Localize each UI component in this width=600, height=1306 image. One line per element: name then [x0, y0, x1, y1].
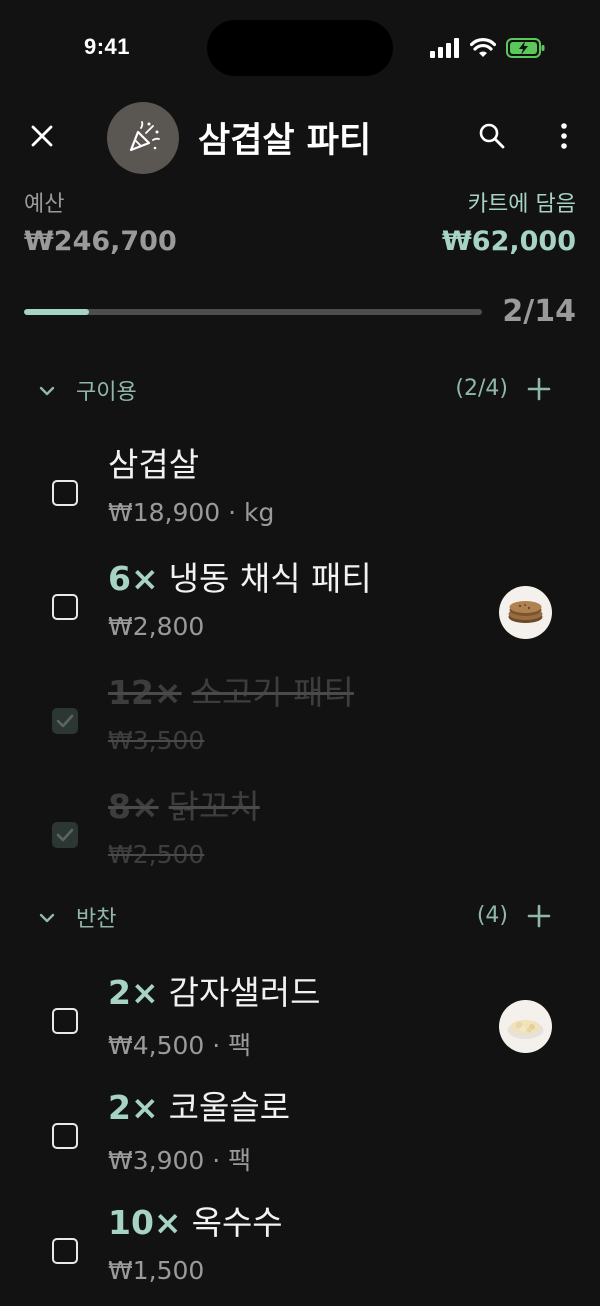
progress-bar [24, 309, 482, 315]
list-item[interactable]: 2× 코울슬로 ₩3,900 · 팩 [0, 1081, 600, 1191]
party-popper-icon [129, 121, 160, 152]
item-name: 삼겹살 [108, 445, 200, 484]
item-checkbox[interactable] [52, 822, 78, 848]
item-quantity: 8× [108, 787, 159, 826]
item-thumbnail[interactable] [499, 586, 552, 639]
status-time: 9:41 [84, 34, 131, 59]
item-checkbox[interactable] [52, 594, 78, 620]
item-price: ₩3,900 · 팩 [108, 1146, 252, 1175]
check-icon [56, 828, 74, 842]
item-name: 6× 냉동 채식 패티 [108, 559, 372, 598]
section-title: 반찬 [76, 907, 117, 932]
progress-fill [24, 309, 90, 315]
section-header[interactable]: 구이용 (2/4) [0, 368, 600, 412]
item-name: 8× 닭꼬치 [108, 787, 260, 826]
item-price: ₩18,900 · kg [108, 498, 275, 527]
item-checkbox[interactable] [52, 708, 78, 734]
item-price: ₩3,500 [108, 726, 205, 755]
item-thumbnail[interactable] [499, 1000, 552, 1053]
list-item[interactable]: 10× 옥수수 ₩1,500 [0, 1196, 600, 1306]
item-name: 12× 소고기 패티 [108, 673, 354, 712]
check-icon [56, 714, 74, 728]
list-title: 삼겹살 파티 [198, 121, 372, 161]
battery-charging-icon [506, 38, 545, 58]
signal-icon [430, 38, 459, 58]
item-quantity: 12× [108, 673, 182, 712]
list-item[interactable]: 2× 감자샐러드 ₩4,500 · 팩 [0, 966, 600, 1076]
list-item[interactable]: 삼겹살 ₩18,900 · kg [0, 438, 600, 548]
item-price: ₩2,800 [108, 612, 205, 641]
item-checkbox[interactable] [52, 1123, 78, 1149]
budget-label: 예산 [24, 192, 65, 217]
section-title: 구이용 [76, 380, 137, 405]
item-price: ₩1,500 [108, 1256, 205, 1285]
item-name: 10× 옥수수 [108, 1203, 283, 1242]
item-name: 2× 코울슬로 [108, 1088, 291, 1127]
item-quantity: 6× [108, 559, 159, 598]
chevron-down-icon[interactable] [36, 380, 58, 402]
item-price: ₩4,500 · 팩 [108, 1031, 252, 1060]
section-count: (4) [476, 903, 508, 928]
list-avatar[interactable] [107, 102, 179, 174]
potato-salad-icon [507, 1019, 544, 1039]
item-quantity: 2× [108, 1088, 159, 1127]
search-button[interactable] [474, 118, 510, 154]
item-quantity: 2× [108, 973, 159, 1012]
item-quantity: 10× [108, 1203, 182, 1242]
add-item-icon[interactable] [524, 901, 554, 931]
section-header[interactable]: 반찬 (4) [0, 895, 600, 939]
list-item[interactable]: 12× 소고기 패티 ₩3,500 [0, 666, 600, 776]
progress-count: 2/14 [502, 294, 576, 329]
search-icon [479, 123, 505, 149]
budget-value: ₩246,700 [24, 226, 177, 257]
section-count: (2/4) [455, 376, 508, 401]
item-price: ₩2,500 [108, 840, 205, 869]
list-item[interactable]: 8× 닭꼬치 ₩2,500 [0, 780, 600, 890]
item-checkbox[interactable] [52, 480, 78, 506]
cart-value: ₩62,000 [442, 226, 576, 257]
close-icon [31, 125, 53, 147]
add-item-icon[interactable] [524, 374, 554, 404]
item-name: 2× 감자샐러드 [108, 973, 321, 1012]
list-item[interactable]: 6× 냉동 채식 패티 ₩2,800 [0, 552, 600, 662]
veggie-patty-icon [508, 601, 543, 623]
close-button[interactable] [24, 118, 60, 154]
status-icons [430, 36, 546, 60]
more-vertical-icon [561, 123, 567, 149]
more-options-button[interactable] [546, 118, 582, 154]
wifi-icon [470, 38, 496, 57]
chevron-down-icon[interactable] [36, 907, 58, 929]
cart-label: 카트에 담음 [467, 192, 576, 217]
dynamic-island [207, 20, 393, 76]
item-checkbox[interactable] [52, 1238, 78, 1264]
list-header: 삼겹살 파티 [0, 98, 600, 178]
item-checkbox[interactable] [52, 1008, 78, 1034]
status-bar: 9:41 [0, 0, 600, 96]
